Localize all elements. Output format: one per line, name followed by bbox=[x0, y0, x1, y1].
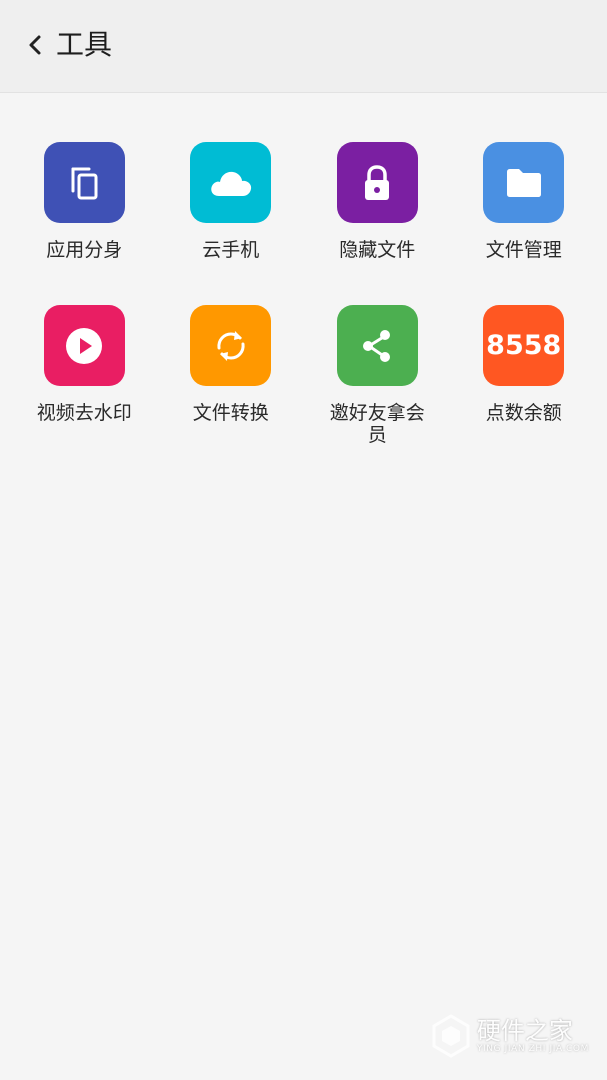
tool-label: 点数余额 bbox=[485, 402, 562, 424]
tool-tile[interactable]: 8558 bbox=[483, 305, 565, 386]
balance-number: 8558 bbox=[486, 330, 562, 361]
folder-icon bbox=[506, 168, 541, 197]
tool-label: 邀好友拿会员 bbox=[329, 402, 425, 446]
back-button[interactable] bbox=[20, 28, 50, 62]
tool-label: 云手机 bbox=[202, 239, 260, 261]
tool-label: 应用分身 bbox=[46, 239, 123, 261]
tool-tile[interactable] bbox=[43, 305, 125, 386]
tool-file-conversion[interactable]: 文件转换 bbox=[158, 305, 305, 446]
watermark-main-text: 硬件之家 bbox=[476, 1017, 573, 1045]
tool-hidden-files[interactable]: 隐藏文件 bbox=[304, 142, 451, 261]
tool-tile[interactable] bbox=[190, 305, 272, 386]
tools-grid: 应用分身 云手机 隐藏文件 文件管理 视频去水印 文件转换 邀好友拿会员 855… bbox=[11, 142, 597, 446]
tool-tile[interactable] bbox=[336, 142, 418, 223]
page-title: 工具 bbox=[56, 28, 113, 61]
share-icon bbox=[363, 329, 391, 362]
tool-app-clone[interactable]: 应用分身 bbox=[11, 142, 158, 261]
hexagon-logo-icon bbox=[432, 1014, 470, 1058]
sync-icon bbox=[217, 330, 245, 361]
top-bar: 工具 bbox=[0, 0, 607, 93]
tool-tile[interactable] bbox=[190, 142, 272, 223]
tool-tile[interactable] bbox=[43, 142, 125, 223]
tool-points-balance[interactable]: 8558 点数余额 bbox=[451, 305, 598, 446]
tool-label: 隐藏文件 bbox=[339, 239, 416, 261]
tool-label: 视频去水印 bbox=[36, 402, 132, 424]
tool-label: 文件转换 bbox=[192, 402, 269, 424]
tool-tile[interactable] bbox=[336, 305, 418, 386]
play-icon bbox=[66, 327, 103, 364]
tool-label: 文件管理 bbox=[485, 239, 562, 261]
lock-icon bbox=[365, 164, 390, 200]
tool-invite-friends[interactable]: 邀好友拿会员 bbox=[304, 305, 451, 446]
tool-video-watermark-removal[interactable]: 视频去水印 bbox=[11, 305, 158, 446]
cloud-icon bbox=[211, 171, 251, 196]
chevron-left-icon bbox=[29, 35, 41, 55]
watermark: 硬件之家 YING JIAN ZHI JIA.COM bbox=[431, 1014, 589, 1058]
watermark-sub-text: YING JIAN ZHI JIA.COM bbox=[476, 1044, 589, 1054]
copy-icon bbox=[71, 167, 98, 199]
tool-file-manager[interactable]: 文件管理 bbox=[451, 142, 598, 261]
tool-cloud-phone[interactable]: 云手机 bbox=[158, 142, 305, 261]
tool-tile[interactable] bbox=[483, 142, 565, 223]
